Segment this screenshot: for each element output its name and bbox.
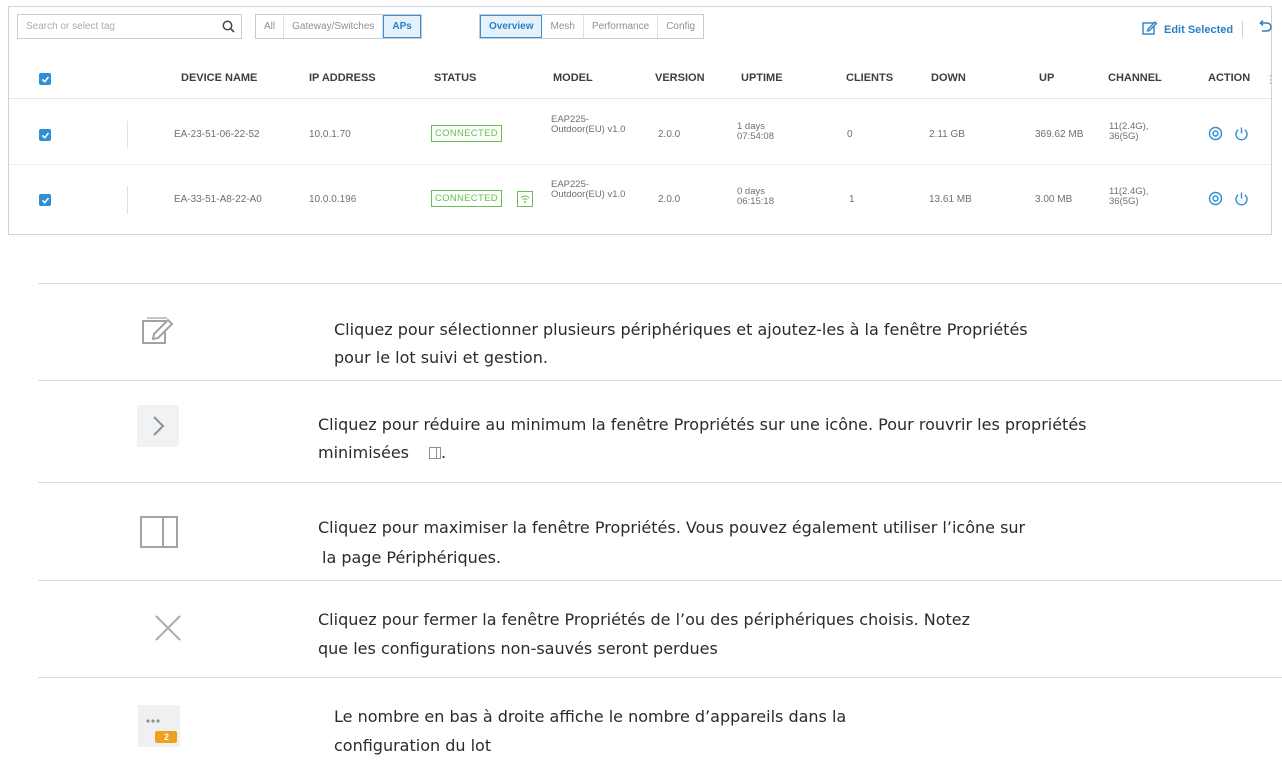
row-divider bbox=[127, 186, 128, 214]
toolbar-divider bbox=[1242, 21, 1243, 37]
column-device-name[interactable]: DEVICE NAME bbox=[181, 72, 257, 84]
tab-performance[interactable]: Performance bbox=[584, 15, 659, 38]
channel: 11(2.4G), 36(5G) bbox=[1109, 186, 1149, 207]
legend-text: Cliquez pour fermer la fenêtre Propriété… bbox=[318, 610, 971, 629]
column-ip-address[interactable]: IP ADDRESS bbox=[309, 72, 376, 84]
column-up[interactable]: UP bbox=[1039, 72, 1054, 84]
panel-icon bbox=[137, 510, 181, 554]
power-icon[interactable] bbox=[1234, 191, 1249, 211]
down: 2.11 GB bbox=[929, 129, 965, 140]
column-action[interactable]: ACTION bbox=[1208, 72, 1250, 84]
legend-text: minimisées bbox=[318, 443, 410, 462]
column-down[interactable]: DOWN bbox=[931, 72, 966, 84]
edit-selected-label: Edit Selected bbox=[1164, 23, 1234, 36]
row-checkbox[interactable] bbox=[39, 194, 51, 206]
locate-icon[interactable] bbox=[1208, 126, 1223, 146]
divider bbox=[38, 380, 1282, 381]
column-status[interactable]: STATUS bbox=[434, 72, 476, 84]
divider bbox=[38, 283, 1282, 284]
legend-text: que les configurations non-sauvés seront… bbox=[318, 639, 718, 658]
channel: 11(2.4G), 36(5G) bbox=[1109, 121, 1149, 142]
undo-icon[interactable] bbox=[1257, 19, 1273, 40]
legend-text: configuration du lot bbox=[334, 736, 492, 755]
search-input[interactable] bbox=[18, 15, 215, 38]
toolbar: All Gateway/Switches APs Overview Mesh P… bbox=[9, 7, 1273, 45]
legend-text: Cliquez pour réduire au minimum la fenêt… bbox=[318, 415, 1087, 434]
power-icon[interactable] bbox=[1234, 126, 1249, 146]
column-uptime[interactable]: UPTIME bbox=[741, 72, 783, 84]
up: 3.00 MB bbox=[1035, 194, 1073, 205]
version: 2.0.0 bbox=[658, 129, 681, 140]
mesh-icon bbox=[517, 191, 533, 207]
legend-text: pour le lot suivi et gestion. bbox=[334, 348, 548, 367]
tab-mesh[interactable]: Mesh bbox=[542, 15, 584, 38]
divider bbox=[38, 482, 1282, 483]
view-tabs: Overview Mesh Performance Config bbox=[479, 14, 705, 39]
legend-text-with-icon: minimisées. bbox=[318, 443, 447, 462]
column-options-icon[interactable]: ⋮ bbox=[1265, 73, 1276, 86]
device-name[interactable]: EA-33-51-A8-22-A0 bbox=[174, 194, 262, 205]
column-version[interactable]: VERSION bbox=[655, 72, 705, 84]
up: 369.62 MB bbox=[1035, 129, 1084, 140]
status-badge: CONNECTED bbox=[431, 125, 502, 142]
model: EAP225-Outdoor(EU) v1.0 bbox=[551, 179, 626, 200]
tab-overview[interactable]: Overview bbox=[480, 15, 543, 38]
search-box[interactable] bbox=[17, 14, 242, 39]
column-clients[interactable]: CLIENTS bbox=[846, 72, 893, 84]
edit-icon bbox=[1142, 20, 1158, 39]
filter-gateway-switches[interactable]: Gateway/Switches bbox=[284, 15, 384, 38]
legend-text: Cliquez pour maximiser la fenêtre Propri… bbox=[318, 518, 1026, 537]
clients: 0 bbox=[847, 129, 853, 140]
batch-count-icon: 2 bbox=[136, 703, 182, 749]
legend-text: la page Périphériques. bbox=[322, 548, 502, 567]
batch-count-badge: 2 bbox=[164, 732, 170, 742]
divider bbox=[38, 677, 1282, 678]
table-header: DEVICE NAME IP ADDRESS STATUS MODEL VERS… bbox=[9, 59, 1276, 99]
table-row[interactable]: EA-33-51-A8-22-A0 10.0.0.196 CONNECTED E… bbox=[9, 172, 1271, 230]
column-model[interactable]: MODEL bbox=[553, 72, 593, 84]
row-checkbox[interactable] bbox=[39, 129, 51, 141]
status-badge: CONNECTED bbox=[431, 190, 502, 207]
filter-aps[interactable]: APs bbox=[383, 15, 421, 38]
version: 2.0.0 bbox=[658, 194, 681, 205]
clients: 1 bbox=[849, 194, 855, 205]
panel-icon bbox=[429, 447, 442, 459]
select-all-checkbox[interactable] bbox=[39, 73, 51, 85]
uptime: 1 days 07:54:08 bbox=[737, 121, 774, 142]
device-name[interactable]: EA-23-51-06-22-52 bbox=[174, 129, 260, 140]
filter-all[interactable]: All bbox=[256, 15, 285, 38]
row-divider bbox=[127, 121, 128, 149]
device-type-filter: All Gateway/Switches APs bbox=[255, 14, 422, 39]
devices-panel: All Gateway/Switches APs Overview Mesh P… bbox=[8, 6, 1276, 235]
edit-selected-button[interactable]: Edit Selected bbox=[1142, 20, 1233, 39]
locate-icon[interactable] bbox=[1208, 191, 1223, 211]
search-icon[interactable] bbox=[215, 15, 241, 38]
tab-config[interactable]: Config bbox=[658, 15, 703, 38]
ip-address: 10.0.0.196 bbox=[309, 194, 357, 205]
down: 13.61 MB bbox=[929, 194, 972, 205]
model: EAP225-Outdoor(EU) v1.0 bbox=[551, 114, 626, 135]
close-icon bbox=[150, 610, 186, 646]
column-channel[interactable]: CHANNEL bbox=[1108, 72, 1162, 84]
legend-text: Cliquez pour sélectionner plusieurs péri… bbox=[334, 320, 1028, 339]
divider bbox=[38, 580, 1282, 581]
table-row[interactable]: EA-23-51-06-22-52 10.0.1.70 CONNECTED EA… bbox=[9, 107, 1271, 165]
legend-text: Le nombre en bas à droite affiche le nom… bbox=[334, 707, 847, 726]
chevron-right-icon bbox=[137, 405, 179, 447]
ip-address: 10.0.1.70 bbox=[309, 129, 351, 140]
uptime: 0 days 06:15:18 bbox=[737, 186, 774, 207]
edit-icon bbox=[138, 310, 178, 350]
